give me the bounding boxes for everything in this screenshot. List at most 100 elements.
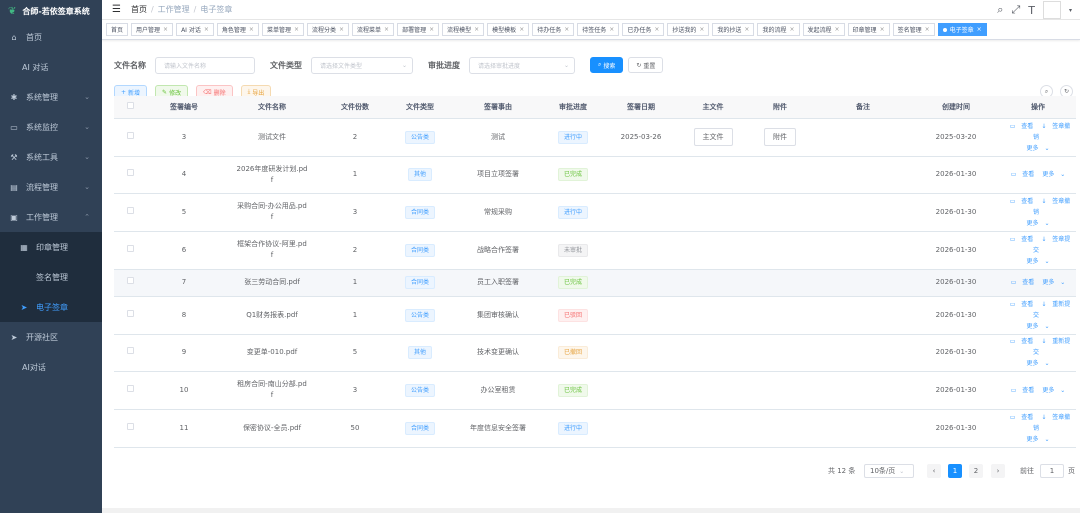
tab-8[interactable]: 流程模型 × <box>442 23 485 36</box>
more-dropdown[interactable]: 更多 ⌄ <box>1025 360 1052 367</box>
action-link[interactable]: ↓ 重新提交 <box>1033 338 1070 356</box>
view-link[interactable]: ▭ 查看 <box>1008 123 1036 130</box>
tab-13[interactable]: 抄送我的 × <box>667 23 710 36</box>
page-2-button[interactable]: 2 <box>969 464 983 478</box>
horizontal-scrollbar[interactable] <box>102 508 1080 513</box>
sidebar-item-0[interactable]: ⌂ 首页 <box>0 22 102 52</box>
sidebar-item-5[interactable]: ▤ 流程管理 ⌄ <box>0 172 102 202</box>
tab-19[interactable]: 电子签章 × <box>937 23 987 36</box>
table-row[interactable]: 7 张三劳动合同.pdf 1 合同类 员工入职签署 已完成 2026-01-30 ▭ 查看 更多… <box>114 269 1076 297</box>
prev-page-button[interactable]: ‹ <box>927 464 941 478</box>
next-page-button[interactable]: › <box>991 464 1005 478</box>
close-icon[interactable]: × <box>249 26 254 33</box>
more-dropdown[interactable]: 更多 ⌄ <box>1040 387 1067 394</box>
tab-17[interactable]: 印章管理 × <box>847 23 890 36</box>
breadcrumb-home[interactable]: 首页 <box>131 5 147 14</box>
tab-1[interactable]: 用户管理 × <box>131 23 174 36</box>
row-checkbox[interactable] <box>126 131 134 139</box>
row-checkbox[interactable] <box>126 347 134 354</box>
select-all-checkbox[interactable] <box>126 102 134 110</box>
more-dropdown[interactable]: 更多 ⌄ <box>1040 171 1067 178</box>
close-icon[interactable]: × <box>789 26 794 33</box>
goto-page-input[interactable]: 1 <box>1040 464 1064 478</box>
row-checkbox[interactable] <box>126 422 134 430</box>
table-row[interactable]: 5 采购合同-办公用品.pdf 3 合同类 常规采购 进行中 2026-01-30 ▭ 查看 ↓… <box>114 193 1076 232</box>
more-dropdown[interactable]: 更多 ⌄ <box>1025 323 1052 330</box>
tab-4[interactable]: 菜单管理 × <box>261 23 304 36</box>
page-1-button[interactable]: 1 <box>948 464 962 478</box>
action-link[interactable]: ↓ 签章提交 <box>1033 236 1070 254</box>
sidebar-item-8[interactable]: 签名管理 <box>0 262 102 292</box>
view-link[interactable]: ▭ 查看 <box>1009 387 1037 394</box>
app-logo[interactable]: ❦ 合師-若依签章系统 <box>0 0 102 22</box>
view-link[interactable]: ▭ 查看 <box>1009 279 1037 286</box>
sidebar-item-6[interactable]: ▣ 工作管理 ⌃ <box>0 202 102 232</box>
close-icon[interactable]: × <box>699 26 704 33</box>
close-icon[interactable]: × <box>474 26 479 33</box>
close-icon[interactable]: × <box>519 26 524 33</box>
tab-12[interactable]: 已办任务 × <box>622 23 665 36</box>
action-link[interactable]: ↓ 签章撤销 <box>1033 198 1070 216</box>
view-link[interactable]: ▭ 查看 <box>1008 338 1036 345</box>
action-link[interactable]: ↓ 重新提交 <box>1033 301 1070 319</box>
row-checkbox[interactable] <box>126 384 134 392</box>
action-link[interactable]: ↓ 签章撤销 <box>1033 123 1070 141</box>
progress-select[interactable]: 请选择审批进度 ⌄ <box>469 56 575 74</box>
close-icon[interactable]: × <box>609 26 614 33</box>
close-icon[interactable]: × <box>339 26 344 33</box>
close-icon[interactable]: × <box>925 26 930 33</box>
tab-6[interactable]: 流程菜单 × <box>352 23 395 36</box>
hamburger-icon[interactable]: ☰ <box>112 4 121 15</box>
close-icon[interactable]: × <box>835 26 840 33</box>
row-checkbox[interactable] <box>126 309 134 317</box>
row-checkbox[interactable] <box>126 206 134 214</box>
tab-18[interactable]: 签名管理 × <box>892 23 935 36</box>
row-checkbox[interactable] <box>126 244 134 252</box>
page-size-select[interactable]: 10条/页 ⌄ <box>864 464 914 478</box>
tab-7[interactable]: 部署管理 × <box>397 23 440 36</box>
close-icon[interactable]: × <box>384 26 389 33</box>
close-icon[interactable]: × <box>564 26 569 33</box>
close-icon[interactable]: × <box>204 26 209 33</box>
tab-15[interactable]: 我的流程 × <box>757 23 800 36</box>
row-checkbox[interactable] <box>126 169 134 176</box>
close-icon[interactable]: × <box>744 26 749 33</box>
sidebar-item-7[interactable]: ▦ 印章管理 <box>0 232 102 262</box>
tab-9[interactable]: 模型模板 × <box>487 23 530 36</box>
tab-2[interactable]: AI 对话 × <box>176 23 214 36</box>
table-row[interactable]: 8 Q1财务报表.pdf 1 公告类 集团审核确认 已驳回 2026-01-30 ▭ 查看 ↓ … <box>114 296 1076 335</box>
close-icon[interactable]: × <box>654 26 659 33</box>
sidebar-item-10[interactable]: ➤ 开源社区 <box>0 322 102 352</box>
sidebar-item-11[interactable]: AI对话 <box>0 352 102 382</box>
file-name-input[interactable]: 请输入文件名称 <box>155 56 255 74</box>
more-dropdown[interactable]: 更多 ⌄ <box>1025 436 1052 443</box>
main-file-button[interactable]: 主文件 <box>693 128 733 146</box>
table-row[interactable]: 6 框架合作协议-阿里.pdf 2 合同类 战略合作签署 未审批 2026-01-30 ▭ 查… <box>114 231 1076 270</box>
reset-button[interactable]: ↻ 重置 <box>628 57 664 73</box>
tab-11[interactable]: 待签任务 × <box>577 23 620 36</box>
search-icon[interactable]: ⌕ <box>997 3 1003 17</box>
search-button[interactable]: ⌕ 搜索 <box>590 57 624 73</box>
close-icon[interactable]: × <box>163 26 168 33</box>
action-link[interactable]: ↓ 签章撤销 <box>1033 414 1070 432</box>
row-checkbox[interactable] <box>126 277 134 284</box>
tab-14[interactable]: 我的抄送 × <box>712 23 755 36</box>
close-icon[interactable]: × <box>429 26 434 33</box>
table-row[interactable]: 11 保密协议-全员.pdf 50 合同类 年度信息安全签署 进行中 2026-01-30 ▭… <box>114 409 1076 448</box>
tab-10[interactable]: 待办任务 × <box>532 23 575 36</box>
tab-3[interactable]: 角色管理 × <box>216 23 259 36</box>
more-dropdown[interactable]: 更多 ⌄ <box>1040 279 1067 286</box>
table-row[interactable]: 3 测试文件 2 公告类 测试 进行中 2025-03-26 主文件 附件 2025-03-20 ▭… <box>114 118 1076 157</box>
caret-down-icon[interactable]: ▾ <box>1069 7 1072 14</box>
file-type-select[interactable]: 请选择文件类型 ⌄ <box>311 56 413 74</box>
sidebar-item-2[interactable]: ✱ 系统管理 ⌄ <box>0 82 102 112</box>
more-dropdown[interactable]: 更多 ⌄ <box>1025 258 1052 265</box>
breadcrumb-level1[interactable]: 工作管理 <box>158 5 190 14</box>
close-icon[interactable]: × <box>880 26 885 33</box>
view-link[interactable]: ▭ 查看 <box>1009 171 1037 178</box>
close-icon[interactable]: × <box>977 26 982 33</box>
view-link[interactable]: ▭ 查看 <box>1008 414 1036 421</box>
fullscreen-icon[interactable]: ⤢ <box>1011 3 1020 17</box>
attachment-button[interactable]: 附件 <box>764 128 796 146</box>
avatar[interactable] <box>1042 1 1061 19</box>
